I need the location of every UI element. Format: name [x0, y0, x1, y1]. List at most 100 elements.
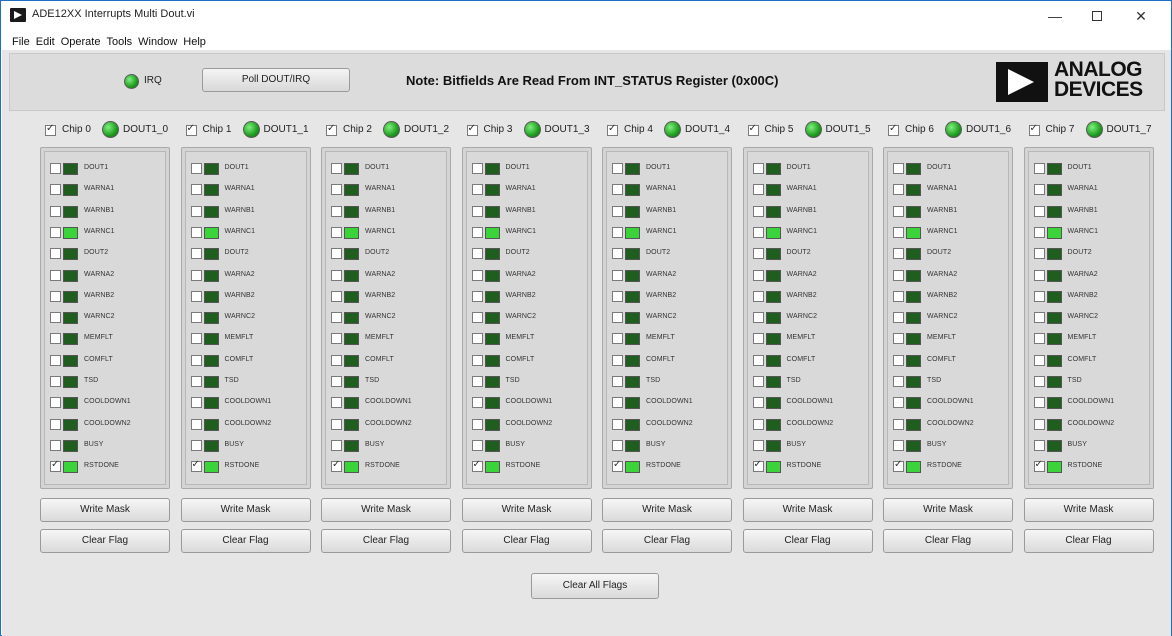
- mask-checkbox[interactable]: [50, 397, 61, 409]
- mask-checkbox[interactable]: [612, 376, 623, 387]
- mask-checkbox[interactable]: [1033, 354, 1045, 366]
- mask-checkbox[interactable]: [190, 354, 202, 366]
- mask-checkbox[interactable]: [190, 290, 202, 302]
- clear-flag-button[interactable]: Clear Flag: [321, 529, 451, 553]
- write-mask-button[interactable]: Write Mask: [461, 498, 592, 522]
- mask-checkbox[interactable]: [50, 184, 61, 196]
- menu-operate[interactable]: Operate: [58, 34, 104, 50]
- mask-checkbox[interactable]: [331, 205, 342, 217]
- mask-checkbox[interactable]: [190, 333, 202, 345]
- mask-checkbox[interactable]: [471, 418, 483, 430]
- mask-checkbox[interactable]: [471, 312, 483, 324]
- mask-checkbox[interactable]: [752, 439, 764, 451]
- mask-checkbox[interactable]: [190, 269, 202, 281]
- mask-checkbox[interactable]: [471, 269, 483, 281]
- mask-checkbox[interactable]: [893, 459, 904, 473]
- mask-checkbox[interactable]: [331, 163, 342, 174]
- clear-all-flags-button[interactable]: Clear All Flags: [531, 573, 659, 599]
- poll-dout-irq-button[interactable]: Poll DOUT/IRQ: [202, 68, 350, 92]
- mask-checkbox[interactable]: [612, 248, 623, 260]
- mask-checkbox[interactable]: [1033, 226, 1045, 238]
- chip-enable-checkbox[interactable]: [607, 123, 618, 136]
- mask-checkbox[interactable]: [752, 376, 764, 387]
- mask-checkbox[interactable]: [331, 397, 342, 409]
- mask-checkbox[interactable]: [752, 290, 764, 302]
- mask-checkbox[interactable]: [50, 439, 61, 451]
- mask-checkbox[interactable]: [612, 226, 623, 238]
- mask-checkbox[interactable]: [190, 205, 202, 217]
- mask-checkbox[interactable]: [471, 439, 483, 451]
- menu-help[interactable]: Help: [180, 34, 209, 50]
- mask-checkbox[interactable]: [893, 269, 904, 281]
- mask-checkbox[interactable]: [471, 459, 483, 473]
- chip-enable-checkbox[interactable]: [747, 123, 759, 136]
- mask-checkbox[interactable]: [331, 333, 342, 345]
- mask-checkbox[interactable]: [50, 459, 61, 473]
- mask-checkbox[interactable]: [893, 226, 904, 238]
- mask-checkbox[interactable]: [612, 418, 623, 430]
- mask-checkbox[interactable]: [1033, 376, 1045, 387]
- chip-enable-checkbox[interactable]: [888, 123, 899, 136]
- mask-checkbox[interactable]: [1033, 205, 1045, 217]
- mask-checkbox[interactable]: [1033, 248, 1045, 260]
- mask-checkbox[interactable]: [331, 248, 342, 260]
- mask-checkbox[interactable]: [190, 459, 202, 473]
- mask-checkbox[interactable]: [331, 354, 342, 366]
- mask-checkbox[interactable]: [471, 397, 483, 409]
- mask-checkbox[interactable]: [50, 418, 61, 430]
- minimize-button[interactable]: —: [1035, 5, 1075, 27]
- mask-checkbox[interactable]: [893, 397, 904, 409]
- mask-checkbox[interactable]: [893, 376, 904, 387]
- mask-checkbox[interactable]: [893, 418, 904, 430]
- mask-checkbox[interactable]: [612, 290, 623, 302]
- mask-checkbox[interactable]: [50, 312, 61, 324]
- mask-checkbox[interactable]: [50, 163, 61, 174]
- mask-checkbox[interactable]: [893, 354, 904, 366]
- mask-checkbox[interactable]: [752, 312, 764, 324]
- write-mask-button[interactable]: Write Mask: [40, 498, 170, 522]
- mask-checkbox[interactable]: [331, 312, 342, 324]
- mask-checkbox[interactable]: [893, 312, 904, 324]
- mask-checkbox[interactable]: [471, 354, 483, 366]
- mask-checkbox[interactable]: [331, 376, 342, 387]
- write-mask-button[interactable]: Write Mask: [883, 498, 1013, 522]
- mask-checkbox[interactable]: [612, 459, 623, 473]
- clear-flag-button[interactable]: Clear Flag: [180, 529, 311, 553]
- write-mask-button[interactable]: Write Mask: [742, 498, 873, 522]
- mask-checkbox[interactable]: [612, 397, 623, 409]
- mask-checkbox[interactable]: [752, 418, 764, 430]
- clear-flag-button[interactable]: Clear Flag: [602, 529, 732, 553]
- mask-checkbox[interactable]: [893, 205, 904, 217]
- mask-checkbox[interactable]: [612, 312, 623, 324]
- close-button[interactable]: ✕: [1121, 5, 1161, 27]
- mask-checkbox[interactable]: [612, 205, 623, 217]
- mask-checkbox[interactable]: [50, 333, 61, 345]
- mask-checkbox[interactable]: [50, 248, 61, 260]
- write-mask-button[interactable]: Write Mask: [1023, 498, 1154, 522]
- mask-checkbox[interactable]: [471, 290, 483, 302]
- mask-checkbox[interactable]: [331, 439, 342, 451]
- mask-checkbox[interactable]: [471, 376, 483, 387]
- menu-edit[interactable]: Edit: [33, 34, 58, 50]
- mask-checkbox[interactable]: [50, 269, 61, 281]
- mask-checkbox[interactable]: [471, 184, 483, 196]
- mask-checkbox[interactable]: [1033, 312, 1045, 324]
- mask-checkbox[interactable]: [1033, 269, 1045, 281]
- chip-enable-checkbox[interactable]: [466, 123, 478, 136]
- mask-checkbox[interactable]: [752, 163, 764, 174]
- mask-checkbox[interactable]: [190, 226, 202, 238]
- mask-checkbox[interactable]: [752, 354, 764, 366]
- mask-checkbox[interactable]: [331, 459, 342, 473]
- mask-checkbox[interactable]: [752, 184, 764, 196]
- mask-checkbox[interactable]: [893, 439, 904, 451]
- mask-checkbox[interactable]: [893, 184, 904, 196]
- mask-checkbox[interactable]: [50, 354, 61, 366]
- chip-enable-checkbox[interactable]: [45, 123, 56, 136]
- mask-checkbox[interactable]: [1033, 439, 1045, 451]
- write-mask-button[interactable]: Write Mask: [180, 498, 311, 522]
- mask-checkbox[interactable]: [331, 418, 342, 430]
- mask-checkbox[interactable]: [752, 333, 764, 345]
- maximize-button[interactable]: [1077, 5, 1117, 27]
- mask-checkbox[interactable]: [1033, 290, 1045, 302]
- clear-flag-button[interactable]: Clear Flag: [742, 529, 873, 553]
